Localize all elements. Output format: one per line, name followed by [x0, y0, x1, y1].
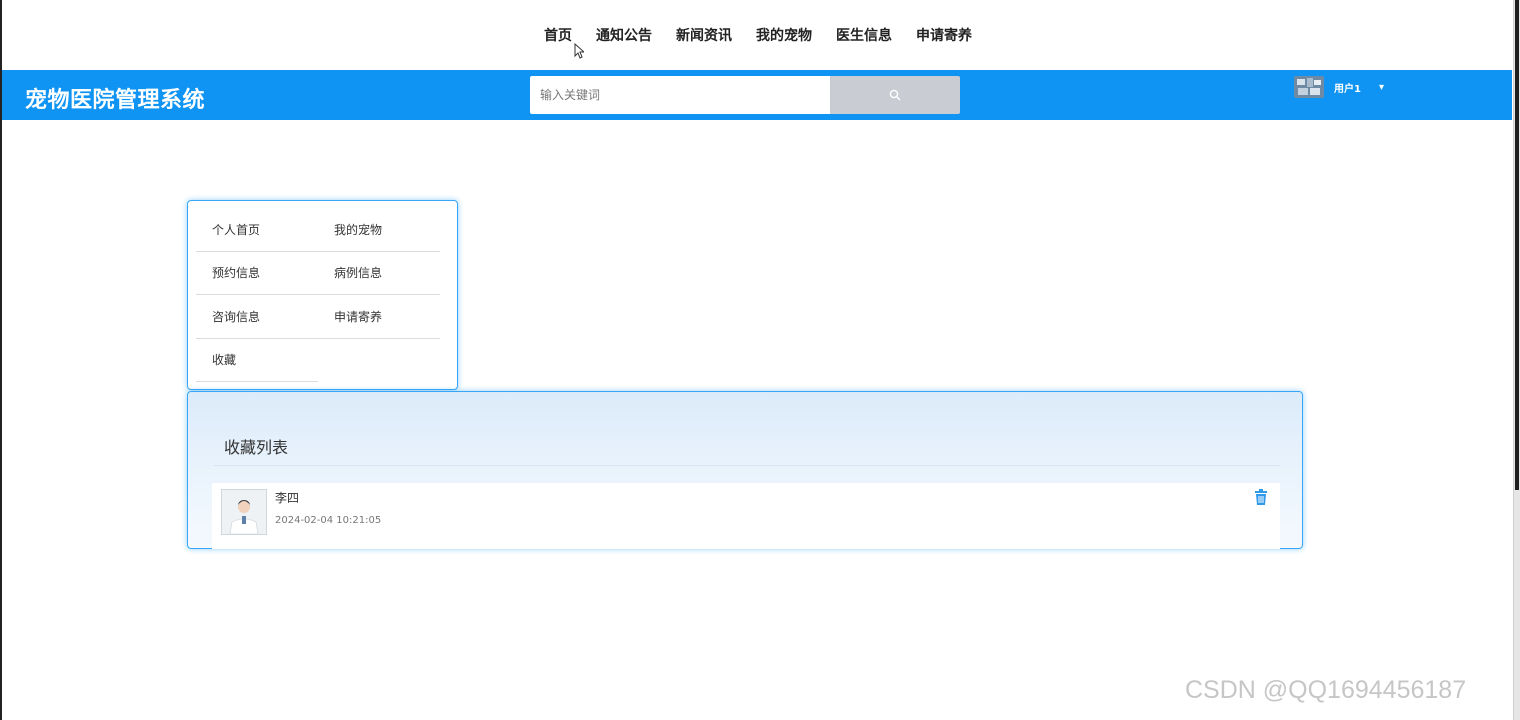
nav-doctors[interactable]: 医生信息 [836, 25, 892, 45]
username[interactable]: 用户1 [1334, 80, 1361, 95]
menu-item-favorites[interactable]: 收藏 [196, 339, 318, 382]
menu-item-appointments[interactable]: 预约信息 [196, 252, 318, 295]
nav-notices[interactable]: 通知公告 [596, 25, 652, 45]
scrollbar-thumb[interactable] [1515, 0, 1519, 490]
nav-my-pets[interactable]: 我的宠物 [756, 25, 812, 45]
list-item[interactable]: 李四 2024-02-04 10:21:05 [212, 483, 1280, 549]
user-menu[interactable]: 用户1 ▾ [1294, 76, 1384, 98]
nav-boarding[interactable]: 申请寄养 [916, 25, 972, 45]
favorite-time: 2024-02-04 10:21:05 [275, 515, 382, 526]
search-button[interactable] [830, 76, 960, 114]
menu-item-boarding[interactable]: 申请寄养 [318, 296, 440, 339]
user-center-menu: 个人首页 我的宠物 预约信息 病例信息 咨询信息 申请寄养 收藏 [187, 200, 458, 390]
doctor-photo[interactable] [221, 489, 267, 535]
divider [214, 465, 1280, 466]
menu-item-my-pets[interactable]: 我的宠物 [318, 209, 440, 252]
menu-item-cases[interactable]: 病例信息 [318, 252, 440, 295]
search-bar [530, 76, 960, 114]
watermark: CSDN @QQ1694456187 [1185, 676, 1467, 704]
nav-home[interactable]: 首页 [544, 25, 572, 45]
header-bar: 宠物医院管理系统 用户1 ▾ [2, 70, 1512, 120]
menu-item-profile[interactable]: 个人首页 [196, 209, 318, 252]
menu-item-consultations[interactable]: 咨询信息 [196, 296, 318, 339]
chevron-down-icon[interactable]: ▾ [1379, 82, 1384, 93]
site-title: 宠物医院管理系统 [25, 88, 206, 113]
avatar[interactable] [1294, 76, 1324, 98]
nav-news[interactable]: 新闻资讯 [676, 25, 732, 45]
page-scrollbar[interactable] [1513, 0, 1520, 720]
top-navigation: 首页 通知公告 新闻资讯 我的宠物 医生信息 申请寄养 [0, 0, 1514, 70]
search-input[interactable] [530, 76, 830, 114]
panel-title: 收藏列表 [224, 438, 289, 457]
favorites-panel: 收藏列表 李四 2024-02-04 10:21:05 [187, 391, 1303, 549]
mouse-cursor-icon [574, 43, 584, 59]
search-icon [889, 89, 901, 101]
favorite-name[interactable]: 李四 [275, 489, 299, 506]
trash-icon[interactable] [1254, 489, 1268, 505]
